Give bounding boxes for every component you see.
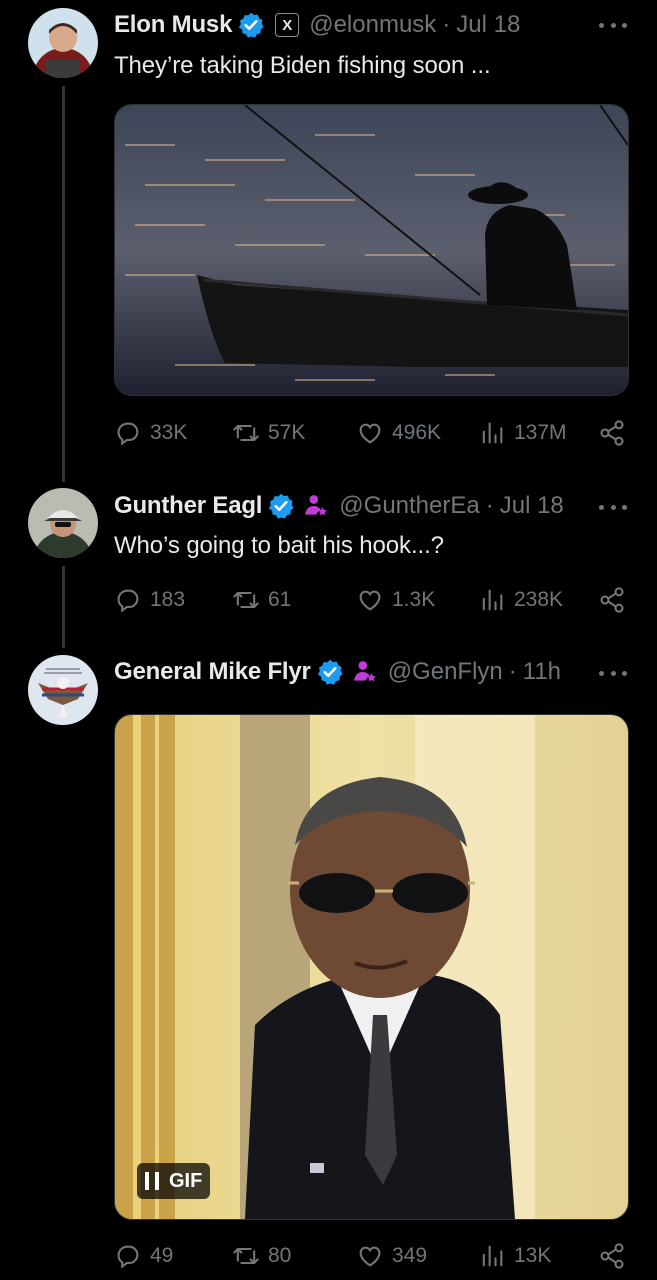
timestamp[interactable]: Jul 18 (456, 11, 520, 39)
more-options-icon[interactable] (599, 21, 627, 29)
x-logo-icon: X (275, 13, 300, 37)
author-handle[interactable]: @elonmusk (309, 11, 436, 39)
separator-dot: · (485, 492, 494, 519)
repost-count: 80 (268, 1244, 292, 1267)
views-button[interactable]: 137M (478, 416, 567, 450)
share-icon (600, 420, 624, 446)
pause-icon (145, 1172, 159, 1190)
reply-count: 49 (150, 1244, 174, 1267)
reply-icon (117, 1245, 139, 1269)
avatar[interactable] (28, 655, 98, 725)
repost-button[interactable]: 57K (232, 416, 305, 450)
share-button[interactable] (598, 583, 634, 617)
gif-playback-button[interactable]: GIF (137, 1163, 211, 1199)
verified-badge-icon (317, 659, 343, 685)
repost-count: 57K (268, 421, 306, 444)
verified-badge-icon (269, 493, 294, 519)
gif-label: GIF (169, 1169, 203, 1192)
tweet-image[interactable] (114, 104, 629, 396)
thread-line (62, 566, 65, 648)
share-icon (600, 587, 624, 613)
view-count: 13K (514, 1244, 552, 1267)
reply-button[interactable]: 33K (114, 416, 187, 450)
affiliate-badge-icon (353, 661, 376, 682)
view-count: 137M (514, 421, 567, 444)
avatar[interactable] (28, 8, 98, 78)
views-icon (482, 1245, 503, 1267)
share-button[interactable] (598, 1239, 634, 1273)
repost-button[interactable]: 61 (232, 583, 291, 617)
tweet-gif[interactable]: GIF (114, 714, 629, 1220)
author-name[interactable]: Elon Musk (114, 11, 232, 39)
more-options-icon[interactable] (599, 669, 627, 677)
reply-icon (117, 422, 139, 446)
reply-count: 183 (150, 588, 186, 611)
like-button[interactable]: 1.3K (356, 583, 435, 617)
timestamp[interactable]: 11h (523, 658, 561, 686)
timestamp[interactable]: Jul 18 (500, 492, 564, 520)
repost-icon (233, 591, 259, 609)
heart-icon (359, 1246, 381, 1267)
affiliate-badge-icon (305, 495, 328, 516)
like-count: 496K (392, 421, 442, 444)
like-button[interactable]: 349 (356, 1239, 427, 1273)
thread-line (62, 86, 65, 482)
reply-count: 33K (150, 421, 188, 444)
author-name[interactable]: Gunther Eagl (114, 492, 262, 520)
verified-badge-icon (239, 12, 264, 38)
separator-dot: · (508, 658, 517, 685)
reply-button[interactable]: 183 (114, 583, 185, 617)
author-handle[interactable]: @GuntherEa (339, 492, 479, 520)
like-count: 1.3K (392, 588, 436, 611)
repost-icon (233, 424, 259, 442)
reply-button[interactable]: 49 (114, 1239, 173, 1273)
views-icon (482, 422, 503, 444)
more-options-icon[interactable] (599, 503, 627, 511)
view-count: 238K (514, 588, 564, 611)
author-name[interactable]: General Mike Flyr (114, 658, 311, 686)
tweet-text: They’re taking Biden fishing soon ... (114, 52, 491, 79)
heart-icon (359, 423, 381, 444)
reply-icon (117, 589, 139, 613)
author-handle[interactable]: @GenFlyn (388, 658, 503, 686)
views-icon (482, 589, 503, 611)
like-button[interactable]: 496K (356, 416, 441, 450)
share-icon (600, 1243, 624, 1269)
tweet-text: Who’s going to bait his hook...? (114, 532, 444, 559)
views-button[interactable]: 238K (478, 583, 563, 617)
repost-count: 61 (268, 588, 292, 611)
like-count: 349 (392, 1244, 428, 1267)
share-button[interactable] (598, 416, 634, 450)
repost-icon (233, 1247, 259, 1265)
heart-icon (359, 590, 381, 611)
views-button[interactable]: 13K (478, 1239, 551, 1273)
separator-dot: · (442, 11, 451, 38)
avatar[interactable] (28, 488, 98, 558)
repost-button[interactable]: 80 (232, 1239, 291, 1273)
